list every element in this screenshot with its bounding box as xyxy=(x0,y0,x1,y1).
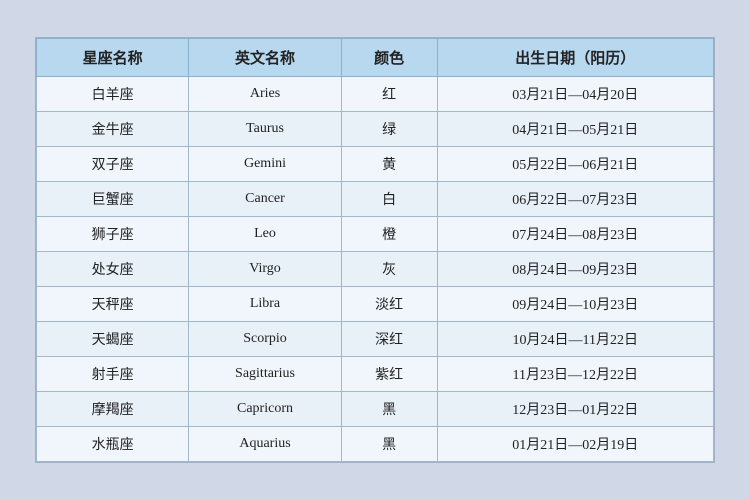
header-english-name: 英文名称 xyxy=(189,39,341,77)
cell-birth-dates: 07月24日—08月23日 xyxy=(437,217,713,252)
cell-english-name: Gemini xyxy=(189,147,341,182)
cell-color: 淡红 xyxy=(341,287,437,322)
cell-chinese-name: 摩羯座 xyxy=(37,392,189,427)
cell-english-name: Virgo xyxy=(189,252,341,287)
cell-birth-dates: 01月21日—02月19日 xyxy=(437,427,713,462)
table-row: 射手座Sagittarius紫红11月23日—12月22日 xyxy=(37,357,714,392)
table-row: 白羊座Aries红03月21日—04月20日 xyxy=(37,77,714,112)
zodiac-table: 星座名称 英文名称 颜色 出生日期（阳历） 白羊座Aries红03月21日—04… xyxy=(36,38,714,462)
header-birth-date: 出生日期（阳历） xyxy=(437,39,713,77)
cell-chinese-name: 天蝎座 xyxy=(37,322,189,357)
cell-chinese-name: 水瓶座 xyxy=(37,427,189,462)
zodiac-table-container: 星座名称 英文名称 颜色 出生日期（阳历） 白羊座Aries红03月21日—04… xyxy=(35,37,715,463)
cell-english-name: Cancer xyxy=(189,182,341,217)
cell-birth-dates: 12月23日—01月22日 xyxy=(437,392,713,427)
cell-chinese-name: 白羊座 xyxy=(37,77,189,112)
header-chinese-name: 星座名称 xyxy=(37,39,189,77)
table-row: 双子座Gemini黄05月22日—06月21日 xyxy=(37,147,714,182)
cell-english-name: Aquarius xyxy=(189,427,341,462)
table-row: 天蝎座Scorpio深红10月24日—11月22日 xyxy=(37,322,714,357)
cell-chinese-name: 射手座 xyxy=(37,357,189,392)
cell-color: 黑 xyxy=(341,392,437,427)
cell-birth-dates: 11月23日—12月22日 xyxy=(437,357,713,392)
table-row: 水瓶座Aquarius黑01月21日—02月19日 xyxy=(37,427,714,462)
cell-english-name: Aries xyxy=(189,77,341,112)
cell-english-name: Capricorn xyxy=(189,392,341,427)
cell-birth-dates: 03月21日—04月20日 xyxy=(437,77,713,112)
table-row: 摩羯座Capricorn黑12月23日—01月22日 xyxy=(37,392,714,427)
cell-english-name: Taurus xyxy=(189,112,341,147)
cell-color: 黑 xyxy=(341,427,437,462)
cell-birth-dates: 09月24日—10月23日 xyxy=(437,287,713,322)
table-row: 金牛座Taurus绿04月21日—05月21日 xyxy=(37,112,714,147)
cell-birth-dates: 08月24日—09月23日 xyxy=(437,252,713,287)
cell-color: 紫红 xyxy=(341,357,437,392)
cell-birth-dates: 10月24日—11月22日 xyxy=(437,322,713,357)
table-row: 处女座Virgo灰08月24日—09月23日 xyxy=(37,252,714,287)
header-color: 颜色 xyxy=(341,39,437,77)
table-header-row: 星座名称 英文名称 颜色 出生日期（阳历） xyxy=(37,39,714,77)
cell-english-name: Leo xyxy=(189,217,341,252)
cell-chinese-name: 金牛座 xyxy=(37,112,189,147)
cell-color: 灰 xyxy=(341,252,437,287)
cell-chinese-name: 双子座 xyxy=(37,147,189,182)
cell-birth-dates: 06月22日—07月23日 xyxy=(437,182,713,217)
cell-english-name: Libra xyxy=(189,287,341,322)
cell-birth-dates: 05月22日—06月21日 xyxy=(437,147,713,182)
table-row: 狮子座Leo橙07月24日—08月23日 xyxy=(37,217,714,252)
cell-chinese-name: 处女座 xyxy=(37,252,189,287)
cell-chinese-name: 天秤座 xyxy=(37,287,189,322)
cell-chinese-name: 巨蟹座 xyxy=(37,182,189,217)
table-row: 天秤座Libra淡红09月24日—10月23日 xyxy=(37,287,714,322)
cell-color: 白 xyxy=(341,182,437,217)
table-row: 巨蟹座Cancer白06月22日—07月23日 xyxy=(37,182,714,217)
cell-birth-dates: 04月21日—05月21日 xyxy=(437,112,713,147)
cell-color: 橙 xyxy=(341,217,437,252)
cell-chinese-name: 狮子座 xyxy=(37,217,189,252)
cell-color: 红 xyxy=(341,77,437,112)
cell-english-name: Sagittarius xyxy=(189,357,341,392)
cell-english-name: Scorpio xyxy=(189,322,341,357)
cell-color: 黄 xyxy=(341,147,437,182)
cell-color: 绿 xyxy=(341,112,437,147)
table-body: 白羊座Aries红03月21日—04月20日金牛座Taurus绿04月21日—0… xyxy=(37,77,714,462)
cell-color: 深红 xyxy=(341,322,437,357)
